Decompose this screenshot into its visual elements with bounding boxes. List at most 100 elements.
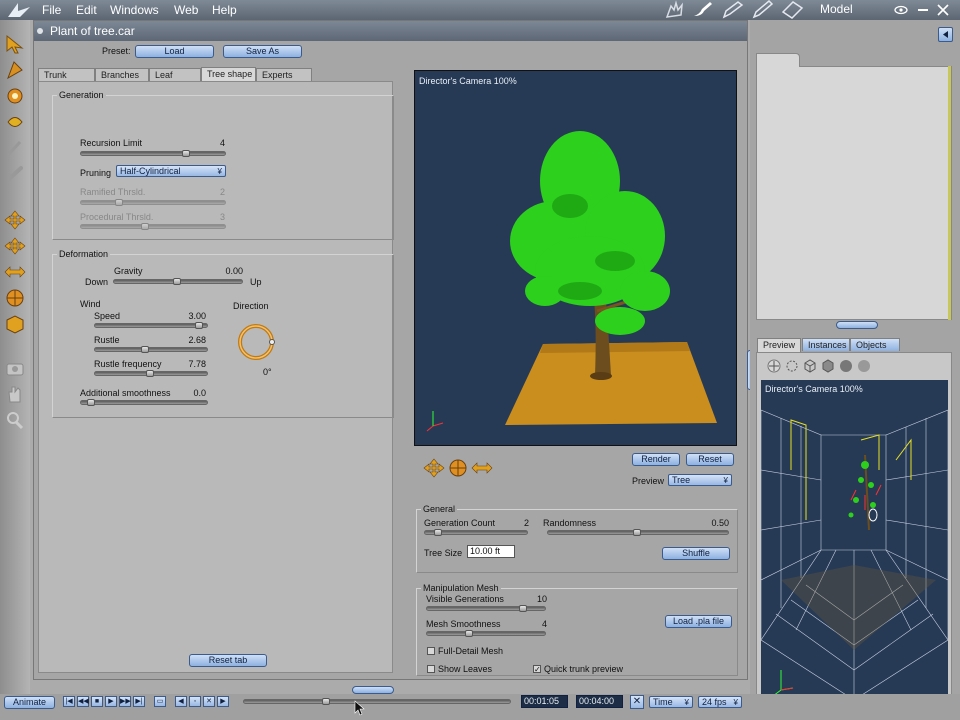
time-unit-select[interactable]: Time ¥ xyxy=(649,696,693,708)
library-tab[interactable] xyxy=(756,53,800,67)
rustle-frequency-knob[interactable] xyxy=(146,370,154,377)
reset-tab-button[interactable]: Reset tab xyxy=(189,654,267,667)
trackball-icon[interactable] xyxy=(4,288,26,308)
gravity-slider[interactable] xyxy=(113,278,243,285)
brush-tool-icon[interactable] xyxy=(690,0,716,19)
mesh-smoothness-knob[interactable] xyxy=(465,630,473,637)
window-close-icon[interactable] xyxy=(36,27,44,35)
tab-instances[interactable]: Instances xyxy=(802,338,850,351)
wireframe-cube-icon[interactable] xyxy=(803,359,817,373)
move-view-icon[interactable] xyxy=(767,359,781,373)
speed-knob[interactable] xyxy=(195,322,203,329)
move-xz-icon[interactable] xyxy=(4,236,26,256)
move-xy-camera-icon[interactable] xyxy=(423,458,445,478)
tab-preview[interactable]: Preview xyxy=(757,338,801,352)
additional-smoothness-knob[interactable] xyxy=(87,399,95,406)
quick-trunk-preview-checkbox[interactable]: ✓ xyxy=(533,665,541,674)
preview-select[interactable]: Tree ¥ xyxy=(668,474,732,486)
rotate-icon[interactable] xyxy=(4,86,26,106)
previous-key-icon[interactable]: ◀ xyxy=(175,696,187,707)
textured-sphere-icon[interactable] xyxy=(857,359,871,373)
stop-icon[interactable]: ■ xyxy=(91,696,103,707)
close-icon[interactable] xyxy=(935,0,951,19)
move-yz-camera-icon[interactable] xyxy=(471,458,493,478)
animate-button[interactable]: Animate xyxy=(4,696,55,709)
tab-trunk[interactable]: Trunk xyxy=(38,68,95,81)
menu-file[interactable]: File xyxy=(42,3,61,17)
reset-render-button[interactable]: Reset xyxy=(686,453,734,466)
fast-forward-icon[interactable]: ▶▶ xyxy=(119,696,131,707)
pencil-tool-icon[interactable] xyxy=(750,0,776,19)
twist-icon[interactable] xyxy=(4,112,26,132)
additional-smoothness-slider[interactable] xyxy=(80,399,208,406)
move-xy-icon[interactable] xyxy=(4,210,26,230)
load-pla-file-button[interactable]: Load .pla file xyxy=(665,615,732,628)
scale-icon[interactable] xyxy=(4,314,26,334)
timeline-knob[interactable] xyxy=(322,698,330,705)
tab-tree-shape[interactable]: Tree shape xyxy=(201,67,256,81)
library-scrollbar[interactable] xyxy=(948,66,951,320)
load-preset-button[interactable]: Load xyxy=(135,45,214,58)
menu-edit[interactable]: Edit xyxy=(76,3,97,17)
trackball-camera-icon[interactable] xyxy=(447,458,469,478)
arrow-select-icon[interactable] xyxy=(4,34,26,54)
delete-key-icon[interactable]: ✕ xyxy=(203,696,215,707)
hand-tool-icon[interactable] xyxy=(662,0,688,19)
tab-leaf[interactable]: Leaf xyxy=(149,68,201,81)
render-button[interactable]: Render xyxy=(632,453,680,466)
app-logo-icon[interactable] xyxy=(4,1,34,19)
gravity-knob[interactable] xyxy=(173,278,181,285)
shaded-cube-icon[interactable] xyxy=(821,359,835,373)
move-yz-icon[interactable] xyxy=(4,262,26,282)
full-detail-mesh-checkbox[interactable] xyxy=(427,647,435,655)
randomness-slider[interactable] xyxy=(547,529,729,536)
mesh-smoothness-slider[interactable] xyxy=(426,630,546,637)
visible-generations-knob[interactable] xyxy=(519,605,527,612)
pen-tool-icon[interactable] xyxy=(720,0,746,19)
recursion-limit-knob[interactable] xyxy=(182,150,190,157)
preview-viewport[interactable]: Director's Camera 100% xyxy=(761,380,948,704)
menu-help[interactable]: Help xyxy=(212,3,237,17)
randomness-knob[interactable] xyxy=(633,529,641,536)
shuffle-button[interactable]: Shuffle xyxy=(662,547,730,560)
menu-web[interactable]: Web xyxy=(174,3,198,17)
expand-panel-icon[interactable] xyxy=(938,27,953,42)
next-key-icon[interactable]: ▶ xyxy=(217,696,229,707)
ruler-tool-icon[interactable] xyxy=(780,0,806,19)
total-time-field[interactable]: 00:04:00 xyxy=(576,695,623,708)
wind-direction-dial[interactable] xyxy=(235,321,277,363)
rustle-knob[interactable] xyxy=(141,346,149,353)
show-leaves-checkbox[interactable] xyxy=(427,665,435,673)
go-to-start-icon[interactable]: |◀ xyxy=(63,696,75,707)
current-time-field[interactable]: 00:01:05 xyxy=(521,695,568,708)
generation-count-slider[interactable] xyxy=(424,529,528,536)
directors-camera-viewport[interactable]: Director's Camera 100% xyxy=(414,70,737,446)
visible-generations-slider[interactable] xyxy=(426,605,546,612)
rustle-slider[interactable] xyxy=(94,346,208,353)
library-collapse-handle[interactable] xyxy=(836,321,878,329)
time-mode-icon[interactable]: ✕ xyxy=(630,695,644,709)
tab-branches[interactable]: Branches xyxy=(95,68,149,81)
go-to-end-icon[interactable]: ▶| xyxy=(133,696,145,707)
tab-objects[interactable]: Objects xyxy=(850,338,900,351)
rustle-frequency-slider[interactable] xyxy=(94,370,208,377)
direct-select-icon[interactable] xyxy=(4,60,26,80)
play-icon[interactable]: ▶ xyxy=(105,696,117,707)
fps-select[interactable]: 24 fps ¥ xyxy=(698,696,742,708)
speed-slider[interactable] xyxy=(94,322,208,329)
loop-icon[interactable]: ▭ xyxy=(154,696,166,707)
minimize-icon[interactable] xyxy=(915,0,931,19)
add-key-icon[interactable]: ◦ xyxy=(189,696,201,707)
recursion-limit-slider[interactable] xyxy=(80,150,226,157)
save-as-preset-button[interactable]: Save As xyxy=(223,45,302,58)
collapse-bottom-handle[interactable] xyxy=(352,686,394,694)
eye-icon[interactable] xyxy=(893,0,909,19)
pruning-select[interactable]: Half-Cylindrical ¥ xyxy=(116,165,226,177)
generation-count-knob[interactable] xyxy=(434,529,442,536)
shaded-sphere-icon[interactable] xyxy=(839,359,853,373)
tree-size-input[interactable]: 10.00 ft xyxy=(467,545,515,558)
timeline-scrubber[interactable] xyxy=(243,698,511,705)
menu-windows[interactable]: Windows xyxy=(110,3,159,17)
rewind-icon[interactable]: ◀◀ xyxy=(77,696,89,707)
rotate-view-icon[interactable] xyxy=(785,359,799,373)
